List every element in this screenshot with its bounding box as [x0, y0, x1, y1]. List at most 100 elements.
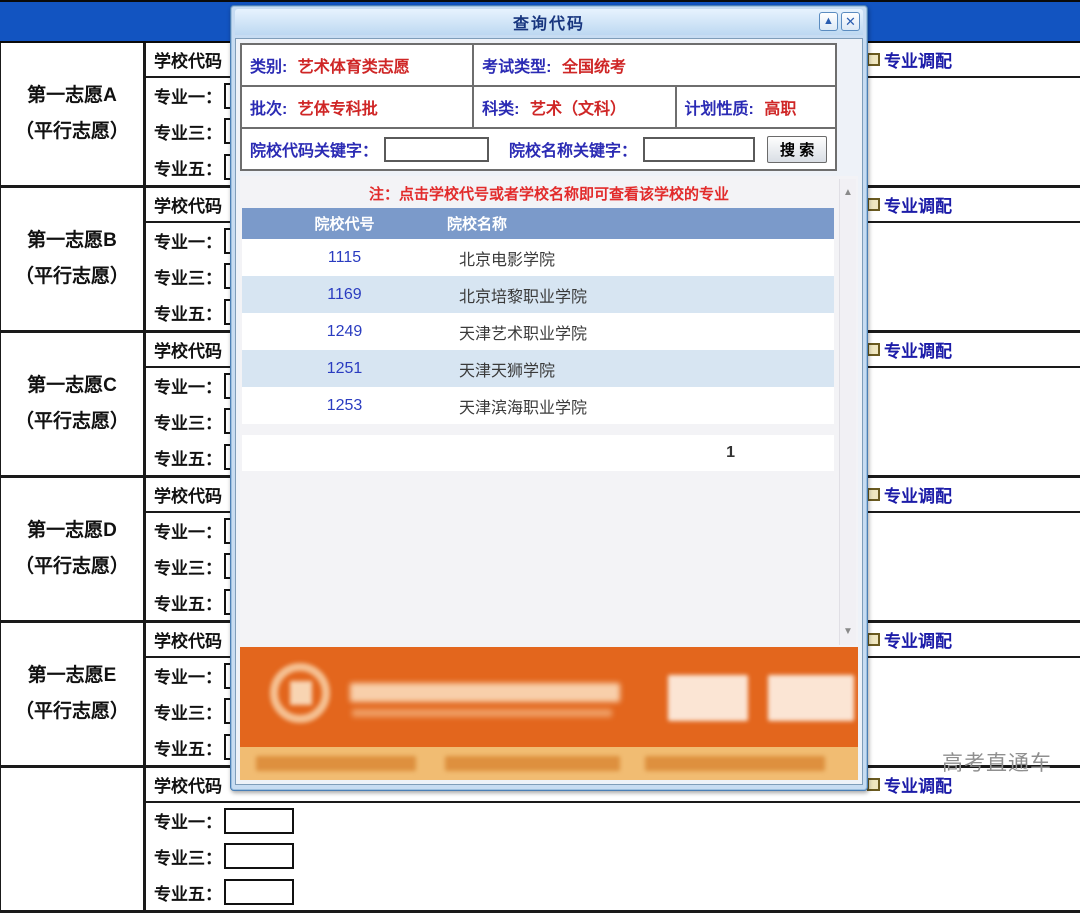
major1-label: 专业一： [154, 808, 222, 833]
header-college-code: 院校代号 [242, 208, 447, 239]
major-row: 专业一： [154, 808, 865, 834]
major5-input[interactable] [224, 879, 294, 905]
dialog-titlebar[interactable]: 查询代码 ▲ ✕ [235, 9, 863, 35]
minimize-button[interactable]: ▲ [819, 12, 838, 31]
major1-label: 专业一： [154, 228, 222, 253]
college-name-link[interactable]: 天津滨海职业学院 [447, 387, 834, 424]
allocation-label: 专业调配 [884, 192, 952, 217]
college-row: 1251 天津天狮学院 [242, 350, 834, 387]
major5-label: 专业五： [154, 590, 222, 615]
college-code-link[interactable]: 1251 [242, 350, 447, 387]
ad-blurred-text [445, 756, 620, 771]
volunteer-group-label: 第一志愿B （平行志愿） [0, 188, 146, 330]
volunteer-group-name: 第一志愿B [27, 223, 117, 259]
category-value: 艺术体育类志愿 [298, 59, 410, 76]
scroll-down-icon[interactable]: ▼ [840, 626, 856, 637]
close-icon: ✕ [845, 15, 856, 28]
allocation-checkbox[interactable] [867, 633, 880, 646]
code-keyword-input[interactable] [384, 137, 489, 162]
ad-blurred-text [645, 756, 825, 771]
plan-nature-value: 高职 [764, 101, 796, 118]
results-scrollbar[interactable]: ▲ ▼ [839, 179, 856, 645]
major1-input[interactable] [224, 808, 294, 834]
major3-label: 专业三： [154, 119, 222, 144]
college-row: 1253 天津滨海职业学院 [242, 387, 834, 424]
allocation-checkbox[interactable] [867, 198, 880, 211]
major1-label: 专业一： [154, 83, 222, 108]
volunteer-group-label [0, 768, 146, 910]
college-code-link[interactable]: 1253 [242, 387, 447, 424]
subject-label: 科类: [482, 101, 519, 118]
allocation-label: 专业调配 [884, 337, 952, 362]
allocation-label: 专业调配 [884, 627, 952, 652]
allocation-row: 专业调配 [865, 188, 1080, 223]
volunteer-group-label: 第一志愿A （平行志愿） [0, 43, 146, 185]
college-name-link[interactable]: 天津艺术职业学院 [447, 313, 834, 350]
hint-note: 注：点击学校代号或者学校名称即可查看该学校的专业 [240, 176, 858, 204]
allocation-checkbox[interactable] [867, 488, 880, 501]
exam-type-value: 全国统考 [562, 59, 626, 76]
name-keyword-label: 院校名称关键字： [509, 137, 637, 161]
ad-blurred-text [256, 756, 416, 771]
volunteer-group-name: 第一志愿C [27, 368, 117, 404]
allocation-checkbox[interactable] [867, 778, 880, 791]
close-button[interactable]: ✕ [841, 12, 860, 31]
ad-blurred-text [352, 709, 612, 717]
college-name-link[interactable]: 北京电影学院 [447, 239, 834, 276]
major5-label: 专业五： [154, 445, 222, 470]
college-row: 1115 北京电影学院 [242, 239, 834, 276]
volunteer-group-label: 第一志愿D （平行志愿） [0, 478, 146, 620]
major3-label: 专业三： [154, 699, 222, 724]
results-panel: 注：点击学校代号或者学校名称即可查看该学校的专业 院校代号 院校名称 1115 … [240, 176, 858, 648]
ad-blurred-text [350, 683, 620, 702]
college-code-link[interactable]: 1249 [242, 313, 447, 350]
major3-label: 专业三： [154, 409, 222, 434]
scroll-up-icon[interactable]: ▲ [840, 187, 856, 198]
college-name-link[interactable]: 北京培黎职业学院 [447, 276, 834, 313]
volunteer-group-label: 第一志愿E （平行志愿） [0, 623, 146, 765]
volunteer-group-name: 第一志愿E [28, 658, 117, 694]
college-code-link[interactable]: 1115 [242, 239, 447, 276]
ad-banner[interactable] [240, 647, 858, 780]
filter-info-table: 类别: 艺术体育类志愿 考试类型: 全国统考 批次: 艺体专科批 科类: 艺术（… [240, 43, 837, 171]
major1-label: 专业一： [154, 518, 222, 543]
ad-blurred-number [668, 675, 748, 721]
allocation-row: 专业调配 [865, 333, 1080, 368]
ad-blurred-number [768, 675, 854, 721]
allocation-row: 专业调配 [865, 623, 1080, 658]
major3-label: 专业三： [154, 554, 222, 579]
pagination: 1 [242, 435, 834, 471]
allocation-checkbox[interactable] [867, 53, 880, 66]
search-button[interactable]: 搜 索 [767, 136, 827, 163]
plan-nature-label: 计划性质: [685, 101, 754, 118]
volunteer-group-name: 第一志愿D [27, 513, 117, 549]
college-results-table: 院校代号 院校名称 1115 北京电影学院 1169 北京培黎职业学院 1249… [242, 208, 834, 424]
major3-input[interactable] [224, 843, 294, 869]
header-college-name: 院校名称 [447, 208, 834, 239]
dialog-title: 查询代码 [513, 10, 585, 34]
college-row: 1169 北京培黎职业学院 [242, 276, 834, 313]
subject-value: 艺术（文科） [530, 101, 626, 118]
major1-label: 专业一： [154, 663, 222, 688]
major3-label: 专业三： [154, 844, 222, 869]
batch-value: 艺体专科批 [298, 101, 378, 118]
code-keyword-label: 院校代码关键字： [250, 137, 378, 161]
volunteer-group-subtitle: （平行志愿） [15, 114, 129, 150]
query-code-dialog: 查询代码 ▲ ✕ 类别: 艺术体育类志愿 考试类型: 全国统考 [230, 5, 868, 791]
ad-logo [270, 663, 330, 723]
volunteer-group-subtitle: （平行志愿） [15, 694, 129, 730]
allocation-checkbox[interactable] [867, 343, 880, 356]
major5-label: 专业五： [154, 880, 222, 905]
allocation-label: 专业调配 [884, 482, 952, 507]
college-name-link[interactable]: 天津天狮学院 [447, 350, 834, 387]
category-label: 类别: [250, 59, 287, 76]
volunteer-group-label: 第一志愿C （平行志愿） [0, 333, 146, 475]
major5-label: 专业五： [154, 300, 222, 325]
allocation-label: 专业调配 [884, 47, 952, 72]
college-code-link[interactable]: 1169 [242, 276, 447, 313]
major-row: 专业五： [154, 879, 865, 905]
watermark: 高考直通车 [942, 747, 1052, 777]
name-keyword-input[interactable] [643, 137, 755, 162]
volunteer-group-subtitle: （平行志愿） [15, 404, 129, 440]
exam-type-label: 考试类型: [482, 59, 551, 76]
